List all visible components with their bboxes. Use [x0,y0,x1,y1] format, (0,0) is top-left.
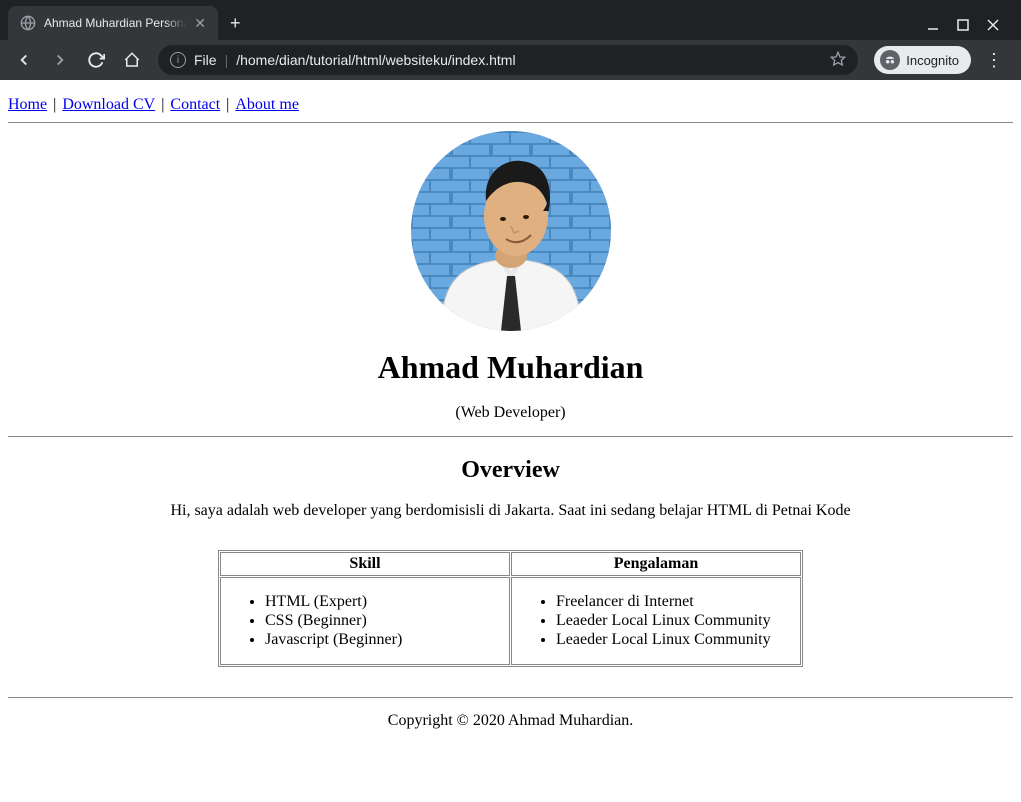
url-scheme: File [194,52,217,68]
window-controls [927,18,1013,40]
table-header-experience: Pengalaman [511,552,801,576]
nav-link-about-me[interactable]: About me [235,96,299,113]
skills-table: Skill Pengalaman HTML (Expert) CSS (Begi… [218,550,803,667]
info-icon[interactable]: i [170,52,186,68]
home-button[interactable] [116,44,148,76]
list-item: Leaeder Local Linux Community [556,612,790,630]
divider [8,697,1013,698]
profile-name: Ahmad Muhardian [8,349,1013,386]
close-icon[interactable]: ✕ [194,15,206,32]
back-button[interactable] [8,44,40,76]
url-separator: | [225,52,229,68]
tab-bar: Ahmad Muhardian Personal W ✕ + [0,0,1021,40]
table-cell-experience: Freelancer di Internet Leaeder Local Lin… [511,577,801,665]
new-tab-button[interactable]: + [218,6,253,40]
table-header-skill: Skill [220,552,510,576]
incognito-label: Incognito [906,53,959,68]
browser-toolbar: i File | /home/dian/tutorial/html/websit… [0,40,1021,80]
url-bar[interactable]: i File | /home/dian/tutorial/html/websit… [158,45,858,75]
page-nav: Home | Download CV | Contact | About me [8,96,1013,114]
nav-separator: | [47,96,62,113]
window-close-icon[interactable] [987,18,999,34]
tab-title: Ahmad Muhardian Personal W [44,16,186,30]
menu-icon[interactable]: ⋮ [975,50,1013,71]
page-content: Home | Download CV | Contact | About me [0,80,1021,802]
list-item: Freelancer di Internet [556,593,790,611]
list-item: HTML (Expert) [265,593,499,611]
list-item: CSS (Beginner) [265,612,499,630]
avatar [411,131,611,331]
url-path: /home/dian/tutorial/html/websiteku/index… [236,52,515,68]
list-item: Leaeder Local Linux Community [556,631,790,649]
list-item: Javascript (Beginner) [265,631,499,649]
overview-heading: Overview [8,457,1013,484]
browser-tab[interactable]: Ahmad Muhardian Personal W ✕ [8,6,218,40]
globe-icon [20,15,36,31]
maximize-icon[interactable] [957,18,969,34]
incognito-icon [880,50,900,70]
profile-section: Ahmad Muhardian (Web Developer) [8,131,1013,422]
divider [8,122,1013,123]
overview-text: Hi, saya adalah web developer yang berdo… [8,502,1013,520]
profile-role: (Web Developer) [8,404,1013,422]
incognito-badge[interactable]: Incognito [874,46,971,74]
nav-link-download-cv[interactable]: Download CV [62,96,155,113]
table-cell-skills: HTML (Expert) CSS (Beginner) Javascript … [220,577,510,665]
minimize-icon[interactable] [927,18,939,34]
nav-link-contact[interactable]: Contact [170,96,220,113]
star-icon[interactable] [830,51,846,70]
reload-button[interactable] [80,44,112,76]
forward-button[interactable] [44,44,76,76]
nav-separator: | [220,96,235,113]
footer-copyright: Copyright © 2020 Ahmad Muhardian. [8,712,1013,730]
nav-separator: | [155,96,170,113]
nav-link-home[interactable]: Home [8,96,47,113]
divider [8,436,1013,437]
browser-window: Ahmad Muhardian Personal W ✕ + [0,0,1021,802]
